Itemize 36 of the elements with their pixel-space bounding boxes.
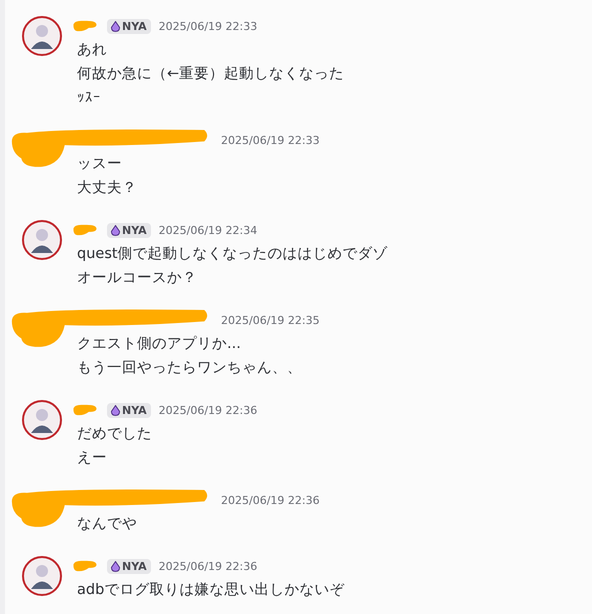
badge-label: NYA — [122, 20, 147, 32]
timestamp: 2025/06/19 22:35 — [221, 314, 320, 326]
gem-icon — [111, 404, 120, 416]
message-text: もう一回やったらワンちゃん、、 — [77, 359, 303, 378]
redaction-scribble — [71, 558, 99, 574]
message-text: 大丈夫？ — [77, 179, 138, 198]
redaction-scribble — [71, 18, 99, 34]
message-text: クエスト側のアプリか... — [77, 334, 242, 354]
timestamp: 2025/06/19 22:33 — [221, 134, 320, 146]
message-text: あれ — [77, 41, 108, 60]
avatar[interactable] — [22, 400, 62, 440]
message-text: ｯｽｰ — [77, 89, 102, 108]
timestamp: 2025/06/19 22:34 — [158, 224, 258, 236]
avatar[interactable] — [22, 220, 62, 260]
redaction-scribble — [71, 222, 99, 238]
message-text: quest側で起動しなくなったのははじめでダゾ — [77, 245, 388, 264]
message-text: オールコースか？ — [77, 269, 198, 288]
message-text: えー — [77, 449, 108, 468]
gem-icon — [111, 224, 120, 236]
avatar[interactable] — [22, 556, 62, 596]
message-text: だめでした — [77, 425, 153, 444]
avatar[interactable] — [22, 16, 62, 56]
timestamp: 2025/06/19 22:36 — [158, 404, 258, 416]
badge-label: NYA — [122, 404, 147, 416]
gem-icon — [111, 560, 120, 572]
gem-icon — [111, 20, 120, 32]
message-text: ッスー — [77, 155, 123, 174]
redaction-scribble — [71, 402, 99, 418]
message-text: adbでログ取りは嫌な思い出しかないぞ — [77, 581, 344, 600]
badge-label: NYA — [122, 560, 147, 572]
badge-label: NYA — [122, 224, 147, 236]
timestamp: 2025/06/19 22:36 — [158, 560, 258, 572]
timestamp: 2025/06/19 22:36 — [221, 494, 320, 506]
timestamp: 2025/06/19 22:33 — [158, 20, 258, 32]
message-text: なんでや — [77, 515, 138, 534]
message-text: 何故か急に（←重要）起動しなくなった — [77, 65, 344, 84]
